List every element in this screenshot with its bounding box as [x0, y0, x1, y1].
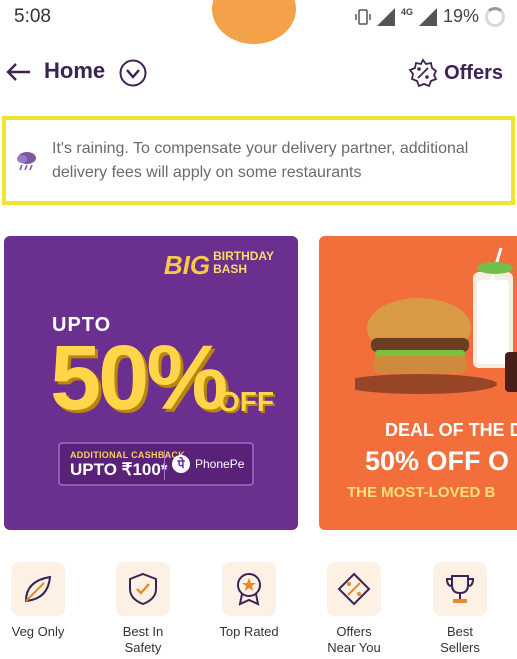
battery-icon	[485, 6, 505, 27]
category-label: Top Rated	[219, 624, 279, 639]
badge-line1: BIRTHDAY	[213, 249, 274, 263]
phonepe-logo: पे PhonePe	[172, 455, 244, 473]
category-veg-only[interactable]: Veg Only	[0, 562, 88, 640]
offers-percent-icon	[327, 562, 381, 616]
back-arrow-icon[interactable]	[4, 58, 32, 86]
deal-line-1: DEAL OF THE D	[385, 420, 517, 440]
promo-card-deal-of-the-day[interactable]: DEAL OF THE D 50% OFF O THE MOST-LOVED B	[319, 236, 517, 530]
battery-percent: 19%	[442, 6, 479, 26]
category-label: Best In Safety	[122, 624, 164, 655]
vibrate-icon	[355, 8, 371, 25]
promo-off: OFF	[218, 386, 274, 417]
offers-button[interactable]: Offers	[408, 58, 503, 88]
big-birthday-bash-logo: BIG BIRTHDAY BASH	[164, 250, 274, 281]
category-label: Best Sellers	[440, 624, 480, 655]
category-best-in-safety[interactable]: Best In Safety	[93, 562, 193, 656]
trophy-icon	[433, 562, 487, 616]
deal-line-2: 50% OFF O	[365, 446, 510, 476]
promo-percent: 50%	[50, 327, 228, 429]
badge-big: BIG	[163, 250, 211, 280]
category-best-sellers[interactable]: Best Sellers	[410, 562, 510, 656]
veg-leaf-icon	[11, 562, 65, 616]
status-indicators: 4G 19%	[355, 6, 505, 27]
offers-badge-icon	[408, 58, 438, 88]
status-time: 5:08	[14, 6, 51, 27]
rain-banner-text: It's raining. To compensate your deliver…	[52, 139, 469, 181]
header: Home Offers	[0, 48, 517, 100]
category-offers-near-you[interactable]: Offers Near You	[304, 562, 404, 656]
cashback-text: ADDITIONAL CASHBACK UPTO ₹100*	[70, 450, 185, 480]
top-rated-badge-icon	[222, 562, 276, 616]
badge-words: BIRTHDAY BASH	[213, 250, 274, 276]
chevron-down-icon[interactable]	[118, 58, 148, 88]
category-top-rated[interactable]: Top Rated	[199, 562, 299, 640]
cashback-amount: UPTO ₹100*	[70, 460, 168, 479]
phonepe-icon: पे	[172, 455, 190, 473]
status-bar: 5:08 4G 19%	[0, 0, 517, 44]
safety-shield-icon	[116, 562, 170, 616]
cashback-divider	[164, 450, 165, 480]
cashback-small: ADDITIONAL CASHBACK	[70, 450, 186, 460]
promo-carousel[interactable]: BIG BIRTHDAY BASH UPTO 50% OFF ADDITIONAL …	[0, 236, 517, 530]
page-title[interactable]: Home	[44, 58, 105, 84]
floating-blob	[212, 0, 296, 44]
badge-line2: BASH	[213, 262, 248, 276]
promo-card-birthday-bash[interactable]: BIG BIRTHDAY BASH UPTO 50% OFF ADDITIONAL …	[4, 236, 298, 530]
category-shortcuts: Veg Only Best In Safety Top Rated Offers…	[0, 562, 517, 659]
network-type: 4G	[400, 6, 413, 17]
rain-cloud-icon	[17, 151, 36, 170]
cashback-box: ADDITIONAL CASHBACK UPTO ₹100* पे PhoneP…	[58, 442, 254, 486]
deal-line-3: THE MOST-LOVED B	[347, 484, 496, 501]
rain-surcharge-banner: It's raining. To compensate your deliver…	[2, 116, 515, 205]
category-label: Offers Near You	[327, 624, 381, 655]
category-label: Veg Only	[11, 624, 65, 639]
offers-label: Offers	[444, 61, 503, 84]
phonepe-name: PhonePe	[195, 457, 245, 471]
signal-icon	[376, 7, 395, 26]
signal-icon-2	[418, 7, 437, 26]
burger-shake-image	[355, 247, 517, 394]
